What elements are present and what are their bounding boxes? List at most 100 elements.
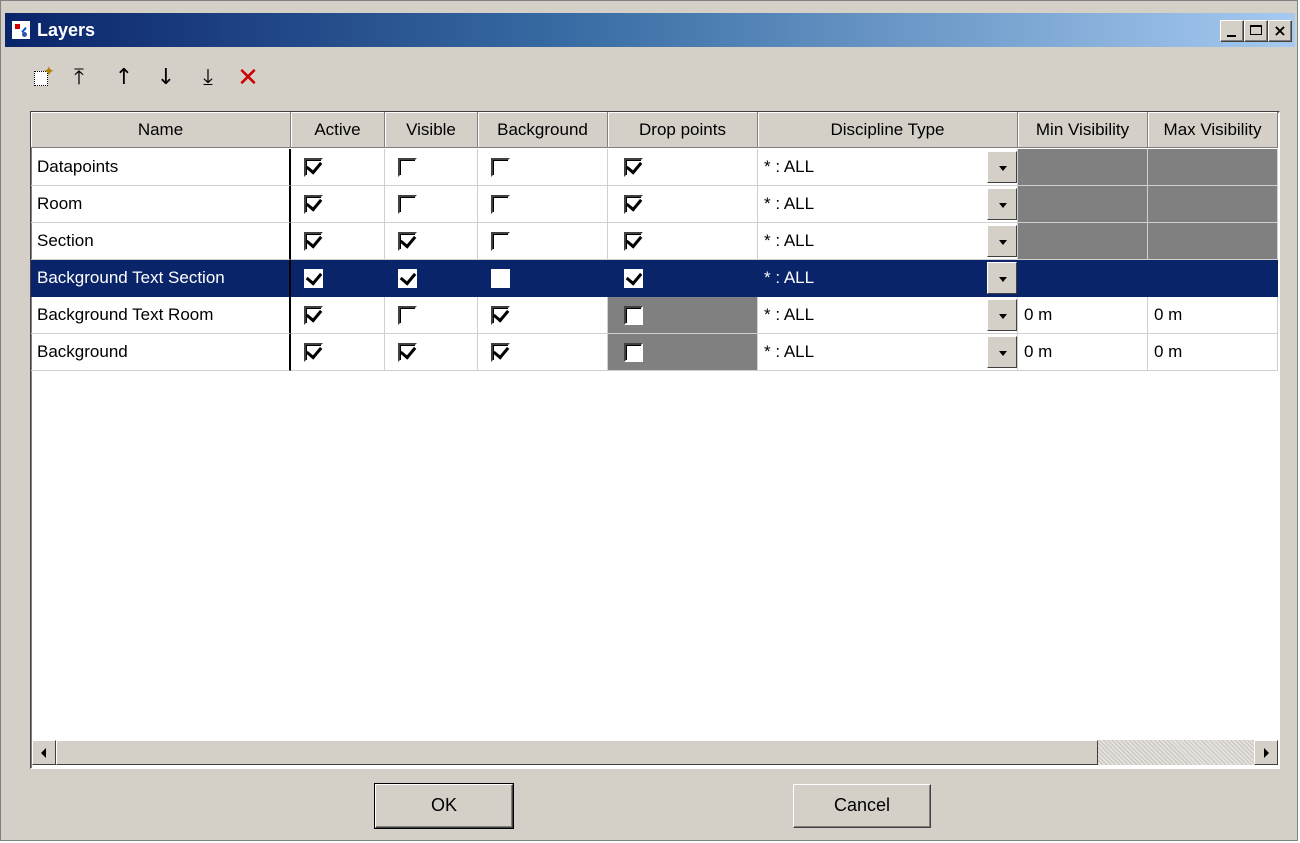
- table-row[interactable]: Datapoints * : ALL: [31, 149, 1279, 186]
- discipline-dropdown-button[interactable]: [987, 225, 1017, 257]
- layer-name-cell[interactable]: Room: [31, 186, 291, 223]
- discipline-dropdown-button[interactable]: [987, 262, 1017, 294]
- active-cell: [291, 149, 385, 186]
- active-checkbox[interactable]: [304, 269, 323, 288]
- layer-name-cell[interactable]: Background Text Section: [31, 260, 291, 297]
- horizontal-scrollbar[interactable]: [32, 740, 1278, 765]
- table-row[interactable]: Section * : ALL: [31, 223, 1279, 260]
- table-row[interactable]: Background Text Room * : ALL 0 m0 m: [31, 297, 1279, 334]
- arrow-down-icon: ↓: [156, 65, 176, 90]
- column-header-visible[interactable]: Visible: [385, 112, 478, 148]
- cancel-button[interactable]: Cancel: [793, 784, 931, 828]
- scroll-left-button[interactable]: [32, 740, 56, 765]
- discipline-type-value: * : ALL: [764, 231, 815, 250]
- active-cell: [291, 223, 385, 260]
- column-header-max-visibility[interactable]: Max Visibility: [1148, 112, 1278, 148]
- layers-grid[interactable]: Name Active Visible Background Drop poin…: [30, 111, 1280, 769]
- discipline-type-cell: * : ALL: [758, 186, 1018, 223]
- scrollbar-track[interactable]: [1098, 740, 1254, 765]
- table-row[interactable]: Room * : ALL: [31, 186, 1279, 223]
- visible-cell: [385, 186, 478, 223]
- discipline-type-value: * : ALL: [764, 268, 815, 287]
- background-checkbox[interactable]: [491, 158, 510, 177]
- discipline-type-value: * : ALL: [764, 305, 815, 324]
- background-cell: [478, 223, 608, 260]
- discipline-dropdown-button[interactable]: [987, 151, 1017, 183]
- min-visibility-cell: [1018, 149, 1148, 186]
- drop-points-cell: [608, 297, 758, 334]
- title-bar[interactable]: Layers ×: [5, 13, 1295, 47]
- visible-cell: [385, 260, 478, 297]
- new-layer-button[interactable]: ✦: [27, 63, 57, 93]
- scrollbar-thumb[interactable]: [56, 740, 1098, 765]
- move-bottom-button[interactable]: ⤓: [193, 63, 223, 93]
- drop-points-checkbox[interactable]: [624, 232, 643, 251]
- discipline-dropdown-button[interactable]: [987, 336, 1017, 368]
- max-visibility-cell[interactable]: 0 m: [1148, 297, 1278, 334]
- visible-cell: [385, 149, 478, 186]
- table-row[interactable]: Background * : ALL 0 m0 m: [31, 334, 1279, 371]
- discipline-type-value: * : ALL: [764, 157, 815, 176]
- max-visibility-cell[interactable]: 0 m: [1148, 334, 1278, 371]
- move-down-button[interactable]: ↓: [151, 63, 181, 93]
- drop-points-checkbox[interactable]: [624, 158, 643, 177]
- background-checkbox[interactable]: [491, 232, 510, 251]
- background-checkbox[interactable]: [491, 195, 510, 214]
- discipline-dropdown-button[interactable]: [987, 188, 1017, 220]
- background-checkbox[interactable]: [491, 343, 510, 362]
- background-checkbox[interactable]: [491, 269, 510, 288]
- column-header-background[interactable]: Background: [478, 112, 608, 148]
- discipline-dropdown-button[interactable]: [987, 299, 1017, 331]
- drop-points-checkbox[interactable]: [624, 269, 643, 288]
- active-cell: [291, 297, 385, 334]
- visible-checkbox[interactable]: [398, 269, 417, 288]
- column-header-active[interactable]: Active: [291, 112, 385, 148]
- discipline-type-cell: * : ALL: [758, 223, 1018, 260]
- minimize-icon: [1227, 35, 1236, 37]
- background-cell: [478, 334, 608, 371]
- active-checkbox[interactable]: [304, 306, 323, 325]
- min-visibility-cell: [1018, 223, 1148, 260]
- drop-points-cell: [608, 149, 758, 186]
- close-icon: ×: [1273, 21, 1287, 40]
- move-top-button[interactable]: ⤒: [64, 63, 94, 93]
- active-checkbox[interactable]: [304, 232, 323, 251]
- table-row[interactable]: Background Text Section * : ALL: [31, 260, 1279, 297]
- layer-name-cell[interactable]: Background: [31, 334, 291, 371]
- close-button[interactable]: ×: [1268, 20, 1292, 42]
- drop-points-checkbox[interactable]: [624, 343, 643, 362]
- drop-points-cell: [608, 223, 758, 260]
- active-checkbox[interactable]: [304, 158, 323, 177]
- move-up-button[interactable]: ↑: [109, 63, 139, 93]
- maximize-icon: [1250, 25, 1262, 35]
- layer-name-cell[interactable]: Datapoints: [31, 149, 291, 186]
- min-visibility-cell[interactable]: 0 m: [1018, 297, 1148, 334]
- visible-checkbox[interactable]: [398, 232, 417, 251]
- discipline-type-value: * : ALL: [764, 194, 815, 213]
- arrow-up-icon: ↑: [114, 65, 134, 90]
- scroll-right-button[interactable]: [1254, 740, 1278, 765]
- column-header-discipline-type[interactable]: Discipline Type: [758, 112, 1018, 148]
- background-checkbox[interactable]: [491, 306, 510, 325]
- layer-name-cell[interactable]: Section: [31, 223, 291, 260]
- minimize-button[interactable]: [1220, 20, 1244, 42]
- min-visibility-cell[interactable]: 0 m: [1018, 334, 1148, 371]
- ok-button[interactable]: OK: [374, 783, 514, 829]
- column-header-min-visibility[interactable]: Min Visibility: [1018, 112, 1148, 148]
- grid-header: Name Active Visible Background Drop poin…: [31, 112, 1279, 149]
- layer-name-cell[interactable]: Background Text Room: [31, 297, 291, 334]
- drop-points-checkbox[interactable]: [624, 195, 643, 214]
- column-header-name[interactable]: Name: [31, 112, 291, 148]
- maximize-button[interactable]: [1244, 20, 1268, 42]
- visible-checkbox[interactable]: [398, 195, 417, 214]
- visible-checkbox[interactable]: [398, 306, 417, 325]
- discipline-type-cell: * : ALL: [758, 297, 1018, 334]
- column-header-drop-points[interactable]: Drop points: [608, 112, 758, 148]
- window-title: Layers: [37, 20, 96, 40]
- active-checkbox[interactable]: [304, 195, 323, 214]
- drop-points-checkbox[interactable]: [624, 306, 643, 325]
- active-checkbox[interactable]: [304, 343, 323, 362]
- visible-checkbox[interactable]: [398, 158, 417, 177]
- delete-button[interactable]: ✕: [233, 63, 263, 93]
- visible-checkbox[interactable]: [398, 343, 417, 362]
